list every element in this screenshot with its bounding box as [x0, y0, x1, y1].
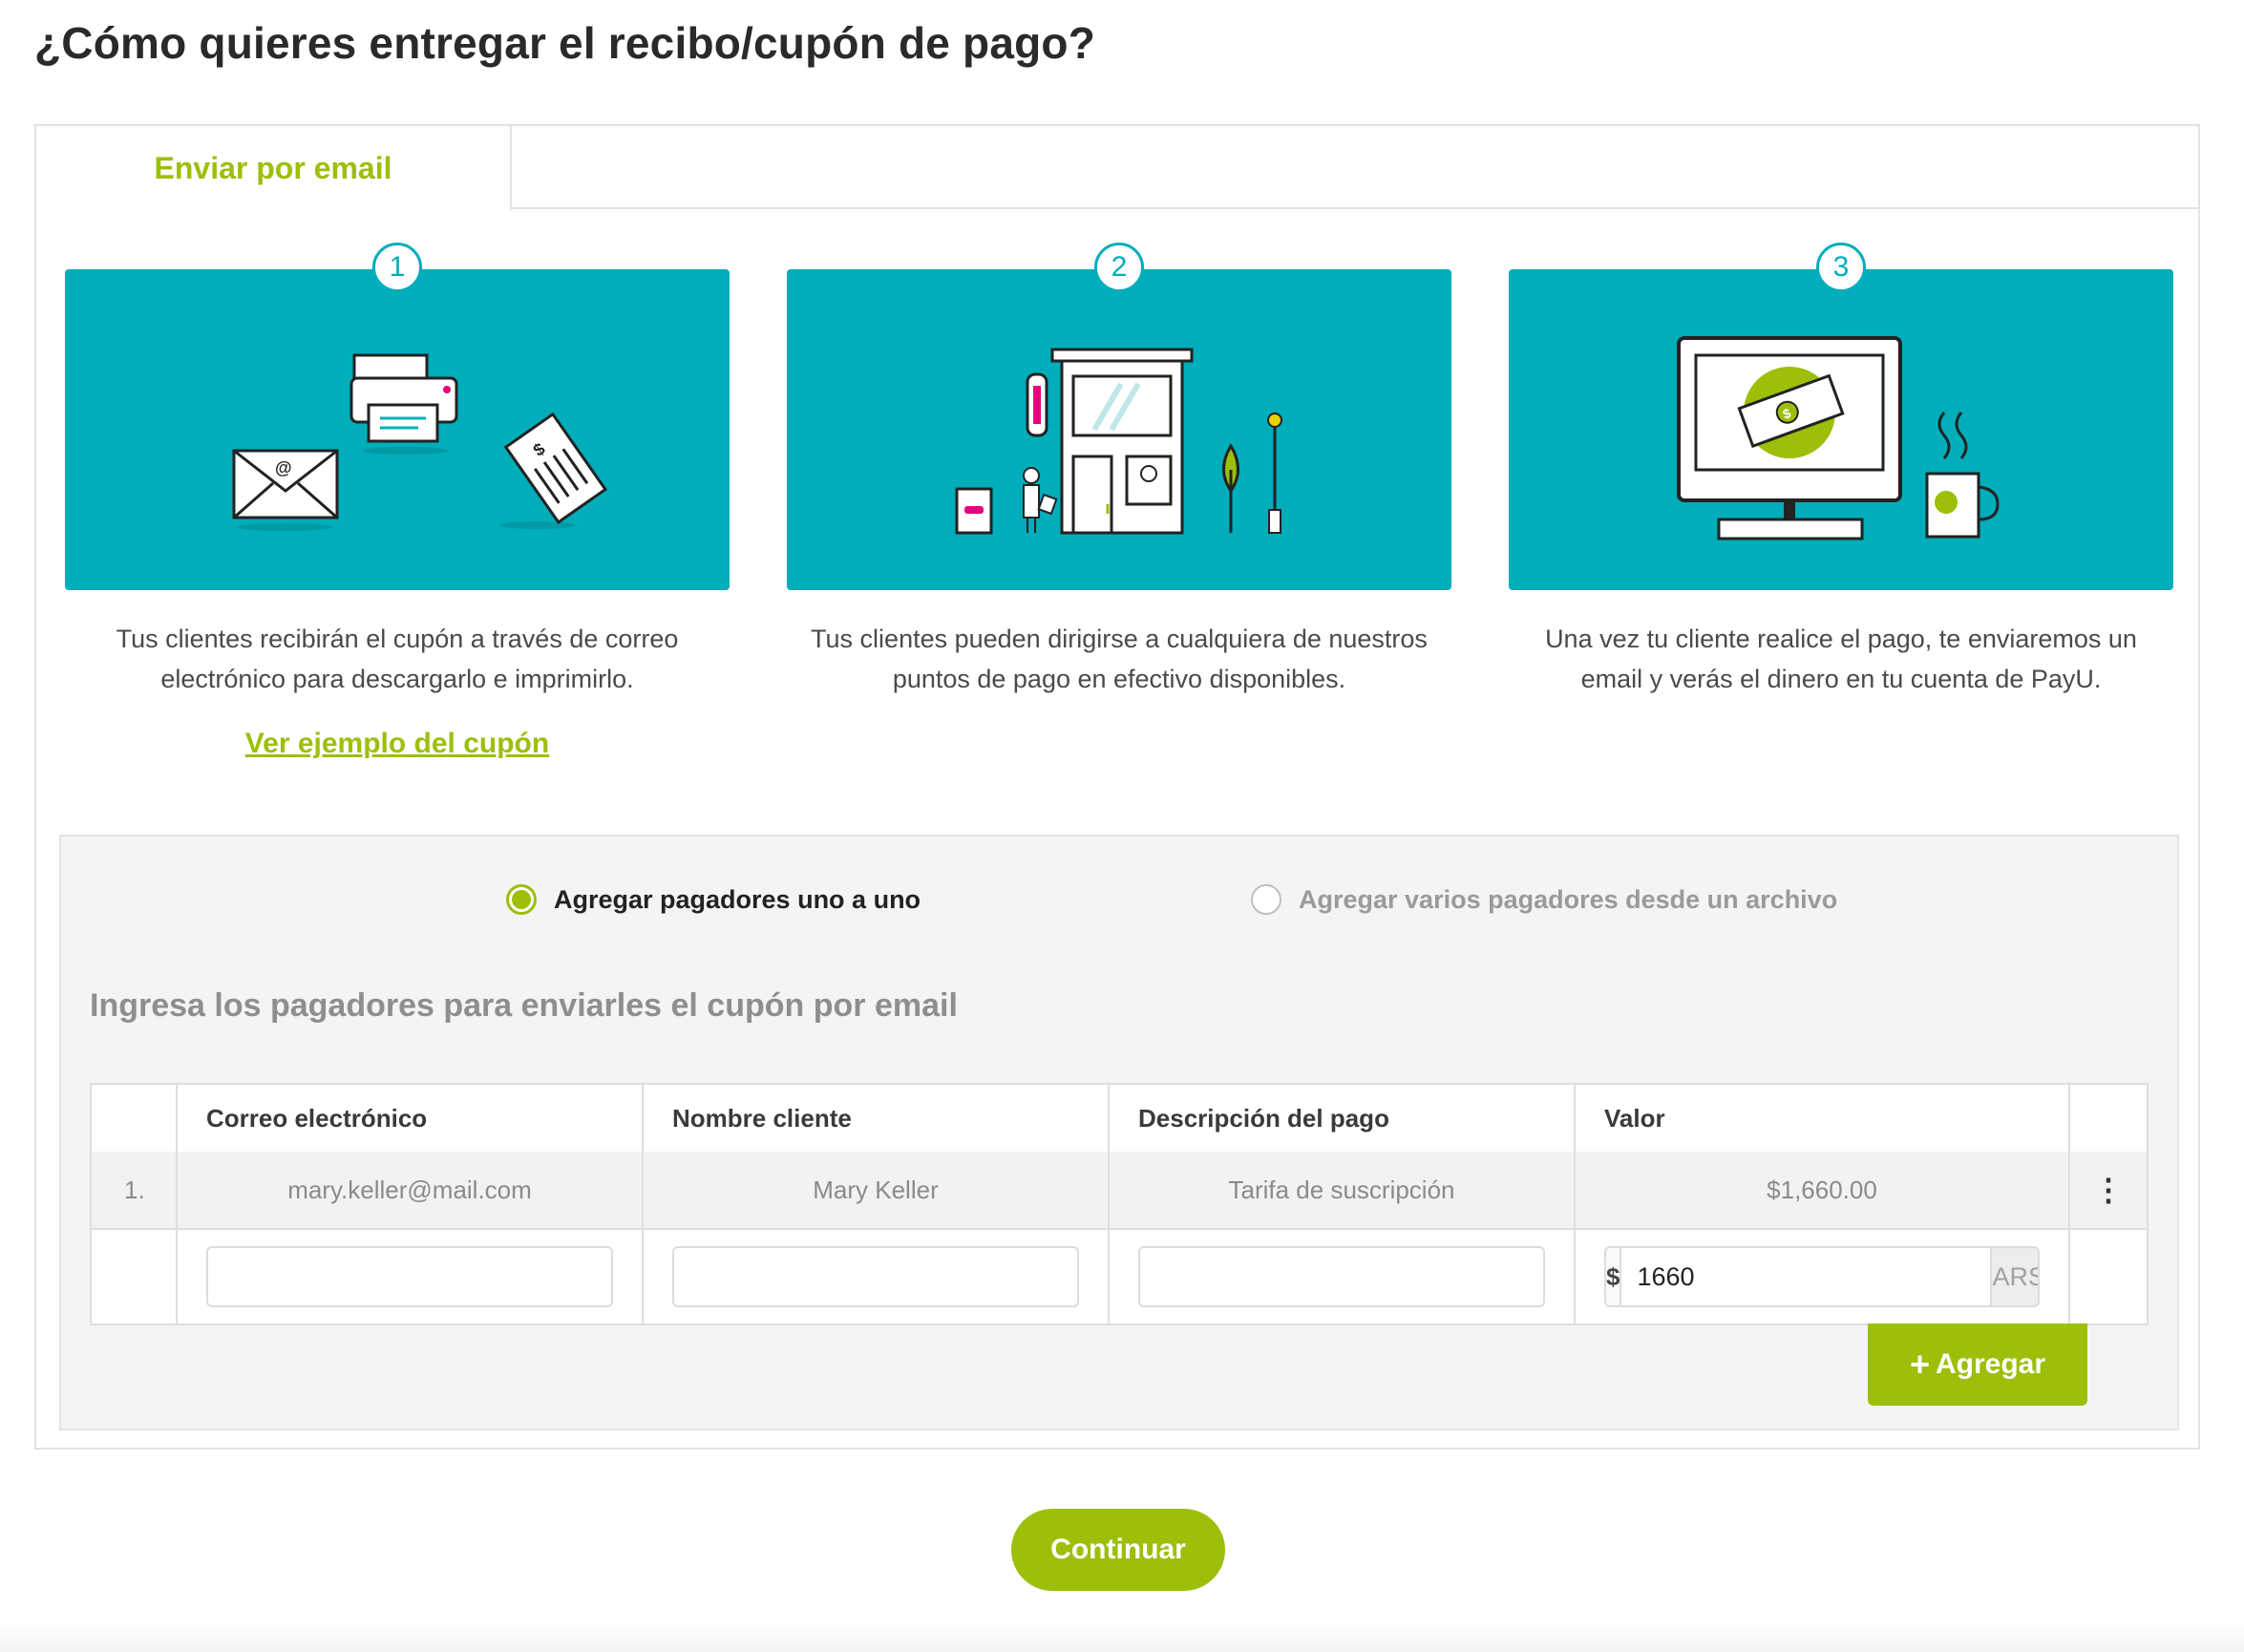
currency-code: ARS — [1990, 1248, 2038, 1305]
amount-input[interactable] — [1621, 1248, 1991, 1305]
payer-form: Agregar pagadores uno a uno Agregar vari… — [59, 835, 2179, 1430]
radio-selected-icon[interactable] — [506, 884, 537, 915]
store-payment-point-icon — [955, 348, 1282, 535]
view-coupon-example-link[interactable]: Ver ejemplo del cupón — [65, 728, 730, 760]
payers-table: Correo electrónico Nombre cliente Descri… — [90, 1083, 2149, 1325]
new-row-actions — [2070, 1230, 2147, 1324]
step-2-panel: 2 — [787, 243, 1451, 590]
new-row-name-cell — [644, 1230, 1110, 1324]
new-row-value-cell: $ ARS — [1576, 1230, 2070, 1324]
add-mode-options: Agregar pagadores uno a uno Agregar vari… — [61, 884, 2177, 922]
add-payer-button[interactable]: + Agregar — [1868, 1324, 2087, 1406]
option-add-from-file-label: Agregar varios pagadores desde un archiv… — [1299, 884, 1838, 914]
header-actions — [2070, 1085, 2147, 1152]
step-1-number: 1 — [372, 243, 422, 292]
payment-description-input[interactable] — [1138, 1246, 1545, 1307]
step-3: $ 3 Una vez tu cliente realice el pago, … — [1509, 243, 2173, 699]
new-payer-row: $ ARS — [92, 1230, 2147, 1324]
new-row-description-cell — [1110, 1230, 1576, 1324]
header-email: Correo electrónico — [178, 1085, 644, 1152]
row-index: 1. — [92, 1152, 178, 1228]
tab-bar: Enviar por email — [34, 124, 2200, 210]
monitor-money-coffee-icon: $ — [1677, 336, 2000, 540]
form-heading: Ingresa los pagadores para enviarles el … — [90, 987, 958, 1024]
row-value: $1,660.00 — [1576, 1152, 2070, 1228]
step-3-text: Una vez tu cliente realice el pago, te e… — [1545, 625, 2137, 693]
header-description: Descripción del pago — [1110, 1085, 1576, 1152]
row-actions: ⋮ — [2070, 1152, 2147, 1228]
bottom-fade — [0, 1623, 2244, 1652]
option-add-one-by-one-label: Agregar pagadores uno a uno — [554, 884, 921, 914]
step-2: 2 Tus clientes pueden dirigirse a cualqu… — [787, 243, 1451, 699]
page-title: ¿Cómo quieres entregar el recibo/cupón d… — [34, 18, 1096, 68]
table-header: Correo electrónico Nombre cliente Descri… — [92, 1085, 2147, 1154]
step-3-panel: $ 3 — [1509, 243, 2173, 590]
add-payer-button-label: Agregar — [1935, 1348, 2046, 1380]
steps: @ $ 1 Tus clientes recibirán el cupón a … — [65, 243, 2175, 759]
step-1: @ $ 1 Tus clientes recibirán el cupón a … — [65, 243, 730, 760]
option-add-from-file[interactable]: Agregar varios pagadores desde un archiv… — [1251, 884, 1837, 915]
step-2-number: 2 — [1094, 243, 1144, 292]
tab-send-email[interactable]: Enviar por email — [34, 124, 512, 210]
svg-text:@: @ — [275, 458, 292, 477]
email-printer-receipt-icon: @ $ — [232, 353, 608, 531]
step-3-number: 3 — [1816, 243, 1866, 292]
client-name-input[interactable] — [672, 1246, 1079, 1307]
header-value: Valor — [1576, 1085, 2070, 1152]
table-row: 1. mary.keller@mail.com Mary Keller Tari… — [92, 1152, 2147, 1230]
step-1-panel: @ $ 1 — [65, 243, 730, 590]
header-index — [92, 1085, 178, 1152]
new-row-index — [92, 1230, 178, 1324]
new-row-email-cell — [178, 1230, 644, 1324]
currency-symbol: $ — [1606, 1248, 1622, 1305]
step-1-text: Tus clientes recibirán el cupón a través… — [116, 625, 679, 693]
plus-icon: + — [1909, 1345, 1930, 1384]
row-name: Mary Keller — [644, 1152, 1110, 1228]
row-email: mary.keller@mail.com — [178, 1152, 644, 1228]
radio-unselected-icon[interactable] — [1251, 884, 1281, 915]
amount-field: $ ARS — [1604, 1246, 2040, 1307]
header-name: Nombre cliente — [644, 1085, 1110, 1152]
row-description: Tarifa de suscripción — [1110, 1152, 1576, 1228]
delivery-panel: Enviar por email @ $ 1 Tus clientes reci… — [34, 124, 2200, 1450]
step-2-text: Tus clientes pueden dirigirse a cualquie… — [811, 625, 1428, 693]
tab-bar-divider — [512, 207, 2200, 209]
option-add-one-by-one[interactable]: Agregar pagadores uno a uno — [506, 884, 921, 915]
email-input[interactable] — [206, 1246, 613, 1307]
continue-button[interactable]: Continuar — [1011, 1509, 1225, 1591]
more-options-icon[interactable]: ⋮ — [2093, 1175, 2124, 1205]
